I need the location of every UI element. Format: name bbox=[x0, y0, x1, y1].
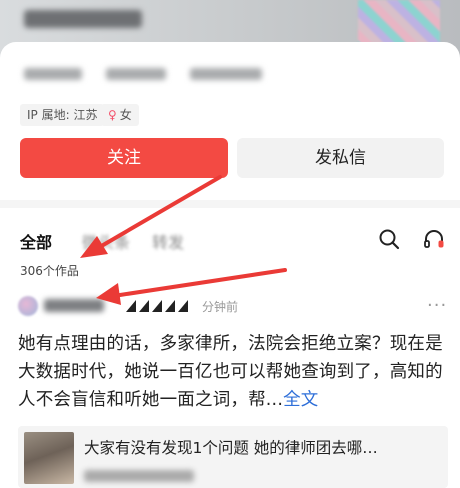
works-count: 306个作品 bbox=[20, 264, 79, 278]
tab-all[interactable]: 全部 bbox=[20, 229, 52, 253]
female-icon: ♀ bbox=[108, 108, 117, 122]
post-time: 分钟前 bbox=[202, 300, 239, 314]
post-body[interactable]: 她有点理由的话，多家律所，法院会拒绝立案？现在是大数据时代，她说一百亿也可以帮她… bbox=[18, 330, 446, 414]
message-button[interactable]: 发私信 bbox=[237, 138, 444, 178]
author-name-redacted[interactable] bbox=[44, 299, 104, 312]
article-title: 大家有没有发现1个问题 她的律师团去哪… bbox=[84, 439, 378, 457]
section-divider bbox=[0, 200, 460, 208]
headset-icon[interactable] bbox=[423, 228, 445, 250]
tab-micro-posts[interactable]: 微头条 bbox=[82, 229, 130, 253]
follow-button[interactable]: 关注 bbox=[20, 138, 228, 178]
post-text: 她有点理由的话，多家律所，法院会拒绝立案？现在是大数据时代，她说一百亿也可以帮她… bbox=[18, 334, 443, 410]
article-thumbnail bbox=[24, 432, 74, 484]
ip-location-text: IP 属地: 江苏 bbox=[27, 108, 98, 122]
author-badge-decoration bbox=[126, 300, 188, 312]
tab-reposts[interactable]: 转发 bbox=[152, 229, 184, 253]
full-text-link[interactable]: 全文 bbox=[283, 390, 318, 410]
author-avatar[interactable] bbox=[18, 296, 38, 316]
profile-name-redacted bbox=[24, 10, 142, 28]
linked-article-card[interactable]: 大家有没有发现1个问题 她的律师团去哪… bbox=[18, 426, 448, 488]
stat-likes-redacted bbox=[190, 68, 262, 80]
ip-location-tag: IP 属地: 江苏 bbox=[20, 104, 105, 126]
search-icon[interactable] bbox=[378, 228, 400, 250]
article-source-redacted bbox=[84, 470, 194, 482]
stat-following-redacted bbox=[24, 68, 82, 80]
gender-text: 女 bbox=[119, 108, 132, 122]
gender-tag: ♀ 女 bbox=[101, 104, 139, 126]
stat-followers-redacted bbox=[106, 68, 166, 80]
more-icon[interactable]: ··· bbox=[427, 297, 447, 315]
annotation-arrow-to-author bbox=[118, 268, 287, 297]
